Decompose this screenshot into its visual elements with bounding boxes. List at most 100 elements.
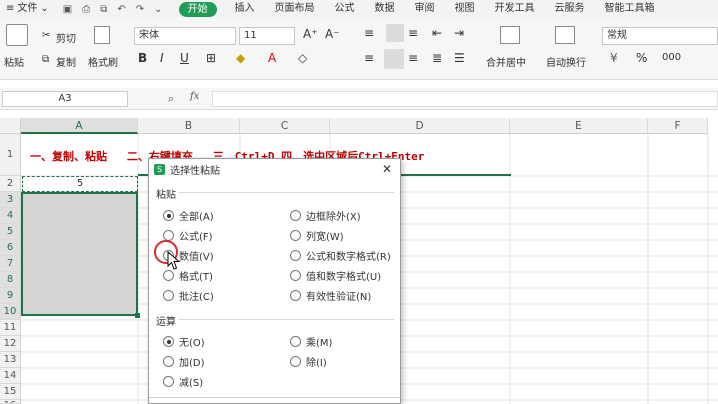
row-header-5[interactable]: 5	[0, 224, 21, 240]
percent-button[interactable]: %	[636, 51, 647, 65]
select-all-corner[interactable]	[0, 118, 21, 134]
format-painter-button[interactable]: 格式刷	[88, 54, 118, 69]
fill-color-icon[interactable]: ◆	[236, 51, 245, 65]
tab-formulas[interactable]: 公式	[325, 0, 365, 18]
border-icon[interactable]: ⊞	[206, 51, 216, 65]
indent-decrease-icon[interactable]: ⇤	[432, 26, 442, 40]
row-header-2[interactable]: 2	[0, 176, 21, 192]
wrap-icon[interactable]	[555, 26, 575, 44]
row-header-16[interactable]: 16	[0, 400, 21, 404]
distributed-icon[interactable]: ☰	[454, 51, 465, 65]
paste-option-formulas-number-formats[interactable]: 公式和数字格式(R)	[290, 248, 391, 263]
zoom-icon[interactable]: ⌕	[168, 92, 174, 106]
scissors-icon[interactable]: ✂	[42, 30, 50, 41]
fill-handle[interactable]	[135, 313, 140, 318]
align-top-icon[interactable]: ≡	[364, 26, 374, 40]
selected-range-a3-a10[interactable]	[21, 192, 138, 316]
row-header-11[interactable]: 11	[0, 320, 21, 336]
undo-icon[interactable]: ↶	[117, 4, 125, 15]
column-header-b[interactable]: B	[138, 118, 240, 134]
font-size-select[interactable]: 11	[239, 27, 295, 45]
cut-button[interactable]: 剪切	[56, 30, 76, 45]
column-header-c[interactable]: C	[240, 118, 330, 134]
align-left-icon[interactable]: ≡	[364, 51, 374, 65]
formula-input[interactable]	[212, 91, 718, 107]
tab-smart-toolbox[interactable]: 智能工具箱	[595, 0, 665, 18]
column-header-d[interactable]: D	[330, 118, 510, 134]
row-header-6[interactable]: 6	[0, 240, 21, 256]
copy-icon[interactable]: ⧉	[42, 54, 49, 65]
indent-increase-icon[interactable]: ⇥	[454, 26, 464, 40]
operation-option-divide[interactable]: 除(I)	[290, 354, 327, 369]
tab-view[interactable]: 视图	[445, 0, 485, 18]
merge-icon[interactable]	[500, 26, 520, 44]
row-header-15[interactable]: 15	[0, 384, 21, 400]
align-right-icon[interactable]: ≡	[408, 51, 418, 65]
column-header-a[interactable]: A	[21, 118, 138, 134]
paste-button[interactable]: 粘贴	[4, 54, 24, 69]
radio-icon	[290, 210, 301, 221]
chevron-down-icon: ⌄	[40, 3, 49, 14]
tab-start[interactable]: 开始	[178, 1, 217, 17]
align-middle-icon[interactable]	[386, 24, 404, 42]
align-center-icon[interactable]	[384, 49, 404, 69]
format-painter-icon[interactable]	[94, 26, 110, 44]
row-header-9[interactable]: 9	[0, 288, 21, 304]
tab-cloud-service[interactable]: 云服务	[545, 0, 595, 18]
cell-a2-copied[interactable]: 5	[22, 176, 138, 192]
tab-data[interactable]: 数据	[365, 0, 405, 18]
paste-option-validation[interactable]: 有效性验证(N)	[290, 288, 371, 303]
paste-option-values-number-formats[interactable]: 值和数字格式(U)	[290, 268, 381, 283]
print-icon[interactable]: ⎙	[82, 4, 90, 15]
auto-wrap-button[interactable]: 自动换行	[546, 54, 586, 69]
column-header-e[interactable]: E	[510, 118, 648, 134]
tab-review[interactable]: 审阅	[405, 0, 445, 18]
row-header-13[interactable]: 13	[0, 352, 21, 368]
row-header-14[interactable]: 14	[0, 368, 21, 384]
align-bottom-icon[interactable]: ≡	[408, 26, 418, 40]
name-box[interactable]: A3	[2, 91, 128, 107]
row-header-1[interactable]: 1	[0, 134, 21, 176]
currency-icon[interactable]: ¥	[610, 51, 618, 65]
row-header-8[interactable]: 8	[0, 272, 21, 288]
bold-button[interactable]: B	[138, 51, 147, 65]
paste-option-except-borders[interactable]: 边框除外(X)	[290, 208, 361, 223]
save-icon[interactable]: ▣	[63, 4, 72, 15]
tab-page-layout[interactable]: 页面布局	[265, 0, 325, 18]
paste-option-all[interactable]: 全部(A)	[163, 208, 214, 223]
row-header-3[interactable]: 3	[0, 192, 21, 208]
paste-option-column-widths[interactable]: 列宽(W)	[290, 228, 344, 243]
radio-icon	[290, 290, 301, 301]
merge-center-button[interactable]: 合并居中	[486, 54, 526, 69]
tab-developer[interactable]: 开发工具	[485, 0, 545, 18]
print-preview-icon[interactable]: ⧉	[100, 4, 107, 15]
justify-icon[interactable]: ≣	[432, 51, 442, 65]
operation-option-multiply[interactable]: 乘(M)	[290, 334, 332, 349]
tab-insert[interactable]: 插入	[225, 0, 265, 18]
underline-button[interactable]: U	[180, 51, 189, 65]
row-header-4[interactable]: 4	[0, 208, 21, 224]
operation-option-subtract[interactable]: 减(S)	[163, 374, 203, 389]
clipboard-icon[interactable]	[6, 24, 28, 46]
operation-option-add[interactable]: 加(D)	[163, 354, 205, 369]
row-header-12[interactable]: 12	[0, 336, 21, 352]
fx-button[interactable]: fx	[190, 91, 199, 102]
file-menu[interactable]: ≡ 文件 ⌄	[0, 0, 55, 18]
italic-button[interactable]: I	[160, 51, 164, 65]
font-color-icon[interactable]: A	[268, 51, 276, 65]
column-header-f[interactable]: F	[648, 118, 708, 134]
copy-button[interactable]: 复制	[56, 54, 76, 69]
paste-option-comments[interactable]: 批注(C)	[163, 288, 214, 303]
increase-font-icon[interactable]: A⁺	[303, 27, 318, 41]
more-icon[interactable]: ⌄	[154, 4, 162, 15]
redo-icon[interactable]: ↷	[136, 4, 144, 15]
number-format-select[interactable]: 常规	[602, 27, 718, 45]
row-header-7[interactable]: 7	[0, 256, 21, 272]
clear-icon[interactable]: ◇	[298, 51, 307, 65]
close-button[interactable]: ✕	[382, 162, 392, 176]
row-header-10[interactable]: 10	[0, 304, 21, 320]
font-name-select[interactable]: 宋体	[134, 27, 236, 45]
thousands-button[interactable]: 000	[662, 52, 681, 63]
operation-option-none[interactable]: 无(O)	[163, 334, 205, 349]
decrease-font-icon[interactable]: A⁻	[325, 27, 340, 41]
